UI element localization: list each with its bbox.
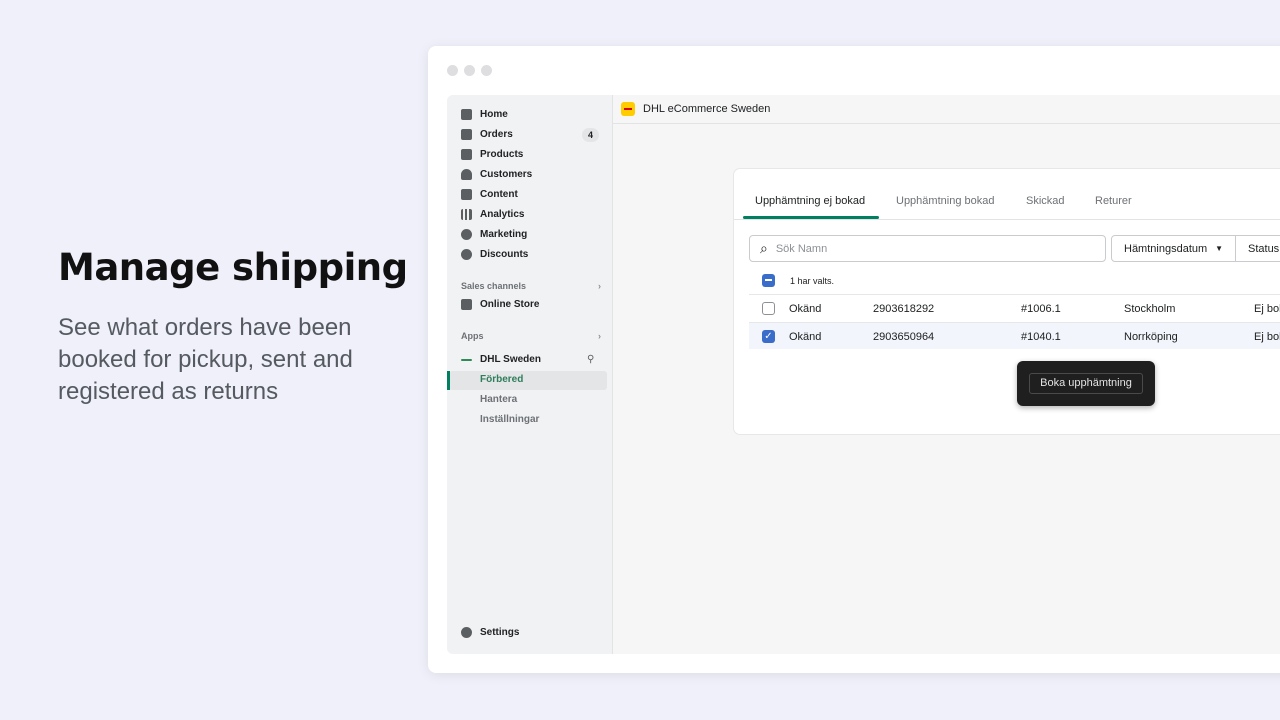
label: Discounts [480,249,529,260]
home-icon [461,109,472,120]
sidebar-item-dhl-sweden[interactable]: DHL Sweden [461,354,541,365]
window-dot [447,65,458,76]
sidebar-sub-installningar[interactable]: Inställningar [480,414,539,425]
orders-badge: 4 [582,128,599,142]
label: Products [480,149,524,160]
sidebar-sub-hantera[interactable]: Hantera [480,394,517,405]
table-row[interactable]: ✓ Okänd 2903650964 #1040.1 Norrköping Ej… [749,322,1280,349]
cell-name: Okänd [789,303,822,315]
tab-booked[interactable]: Upphämtning bokad [896,195,994,207]
hero-title: Manage shipping [58,246,408,289]
label: DHL Sweden [480,354,541,365]
selection-count: 1 har valts. [790,276,835,286]
sidebar-item-products[interactable]: Products [461,149,523,160]
person-icon [461,169,472,180]
app-title: DHL eCommerce Sweden [643,103,771,115]
cell-status: Ej bokad [1254,331,1280,343]
row-checkbox-checked[interactable]: ✓ [762,330,775,343]
label: Content [480,189,518,200]
app-header: DHL eCommerce Sweden [613,95,1280,124]
shipments-card: Upphämtning ej bokad Upphämtning bokad S… [734,169,1280,434]
tab-returns[interactable]: Returer [1095,195,1132,207]
orders-icon [461,129,472,140]
cell-city: Stockholm [1124,303,1176,315]
cell-order: #1040.1 [1021,331,1061,343]
cell-id: 2903650964 [873,331,935,343]
sidebar: Home Orders 4 Products Customers Content… [447,95,613,654]
bar-chart-icon [461,209,472,220]
apps-header[interactable]: Apps › [461,331,601,341]
table-row[interactable]: Okänd 2903618292 #1006.1 Stockholm Ej bo… [749,294,1280,321]
label: Home [480,109,508,120]
book-pickup-button[interactable]: Boka upphämtning [1029,373,1143,394]
hero-subtitle: See what orders have been booked for pic… [58,314,353,405]
cell-status: Ej bokad [1254,303,1280,315]
cell-id: 2903618292 [873,303,935,315]
row-checkbox[interactable] [762,302,775,315]
gear-icon [461,627,472,638]
label: Status [1248,242,1280,255]
tab-sent[interactable]: Skickad [1026,195,1065,207]
bulk-action-bar: Boka upphämtning [1017,361,1155,406]
sidebar-item-online-store[interactable]: Online Store [461,299,539,310]
label: Online Store [480,299,540,310]
label: Hämtningsdatum [1124,242,1208,255]
sidebar-item-marketing[interactable]: Marketing [461,229,527,240]
selected-highlight [449,371,607,390]
status-filter[interactable]: Status [1235,235,1280,262]
app-window: Home Orders 4 Products Customers Content… [428,46,1280,673]
tab-not-booked[interactable]: Upphämtning ej bokad [755,195,865,207]
discount-icon [461,249,472,260]
label: Sales channels [461,281,527,291]
dhl-logo [621,102,635,116]
window-dot [464,65,475,76]
sales-channels-header[interactable]: Sales channels › [461,281,601,291]
store-icon [461,299,472,310]
window-dot [481,65,492,76]
tag-icon [461,149,472,160]
tabs: Upphämtning ej bokad Upphämtning bokad S… [734,169,1280,220]
content-icon [461,189,472,200]
sidebar-item-discounts[interactable]: Discounts [461,249,528,260]
sidebar-item-analytics[interactable]: Analytics [461,209,524,220]
chevron-right-icon: › [598,331,601,341]
pickup-date-filter[interactable]: Hämtningsdatum ▼ [1111,235,1236,262]
select-all-checkbox[interactable] [762,274,775,287]
sidebar-item-customers[interactable]: Customers [461,169,532,180]
label: Marketing [480,229,528,240]
label: Analytics [480,209,525,220]
pin-icon[interactable]: ⚲ [587,354,594,365]
label: Orders [480,129,513,140]
active-tab-indicator [743,216,879,219]
label: Apps [461,331,484,341]
sidebar-sub-forbered[interactable]: Förbered [480,374,523,385]
sidebar-item-content[interactable]: Content [461,189,518,200]
sidebar-item-orders[interactable]: Orders [461,129,513,140]
caret-down-icon: ▼ [1215,244,1224,253]
chevron-right-icon: › [598,281,601,291]
cell-order: #1006.1 [1021,303,1061,315]
search-input[interactable]: ⌕ Sök Namn [749,235,1106,262]
target-icon [461,229,472,240]
cell-city: Norrköping [1124,331,1178,343]
search-placeholder: Sök Namn [775,242,828,255]
dhl-icon [461,358,472,361]
cell-name: Okänd [789,331,822,343]
sidebar-item-home[interactable]: Home [461,109,508,120]
label: Settings [480,627,520,638]
sidebar-item-settings[interactable]: Settings [461,627,519,638]
selected-indicator [447,371,450,390]
search-icon: ⌕ [760,240,768,256]
label: Customers [480,169,533,180]
